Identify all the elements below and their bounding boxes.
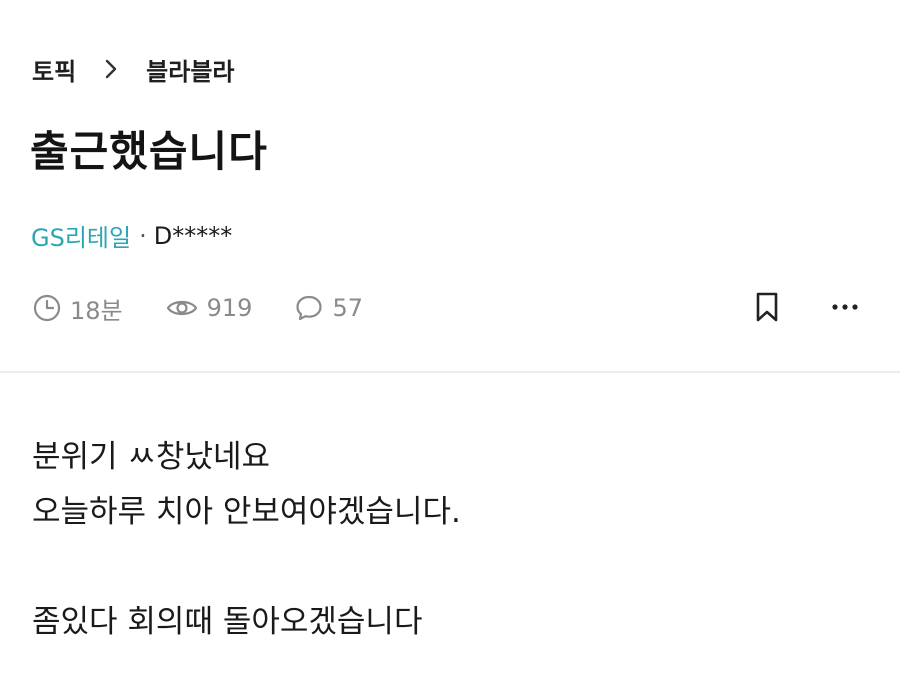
body-line: 분위기 ㅆ창났네요: [32, 439, 271, 475]
post-page: 토픽 블라블라 출근했습니다 GS리테일 · D***** 18분 919 57…: [0, 0, 900, 688]
body-line: 좀있다 회의때 돌아오겠습니다: [32, 604, 423, 640]
breadcrumb-board[interactable]: 블라블라: [146, 52, 234, 87]
post-body: 분위기 ㅆ창났네요 오늘하루 치아 안보여야겠습니다. 좀있다 회의때 돌아오겠…: [32, 430, 872, 650]
comments-stat: 57: [294, 293, 363, 323]
clock-icon: [33, 294, 61, 322]
body-blank-line: [32, 540, 872, 595]
views-stat: 919: [165, 293, 253, 323]
time-ago: 18분: [70, 296, 123, 325]
breadcrumb: 토픽 블라블라: [32, 52, 235, 86]
divider: [0, 371, 900, 373]
comment-count: 57: [332, 294, 363, 322]
author-line: GS리테일 · D*****: [31, 218, 232, 253]
separator-dot: ·: [139, 221, 147, 250]
post-title: 출근했습니다: [30, 127, 268, 176]
post-stats: 18분 919 57: [32, 288, 405, 328]
eye-icon: [166, 300, 197, 316]
body-line: 오늘하루 치아 안보여야겠습니다.: [32, 494, 461, 530]
author-nickname: D*****: [153, 221, 233, 250]
breadcrumb-topic[interactable]: 토픽: [32, 52, 76, 87]
view-count: 919: [206, 294, 253, 322]
bookmark-button[interactable]: [752, 290, 782, 324]
time-stat: 18분: [32, 291, 123, 326]
speech-bubble-icon: [296, 295, 323, 321]
post-actions: [752, 290, 860, 324]
more-horizontal-icon: [832, 304, 858, 310]
chevron-right-icon: [98, 56, 124, 82]
company-link[interactable]: GS리테일: [31, 218, 131, 253]
bookmark-icon: [756, 292, 778, 322]
more-button[interactable]: [830, 290, 860, 324]
